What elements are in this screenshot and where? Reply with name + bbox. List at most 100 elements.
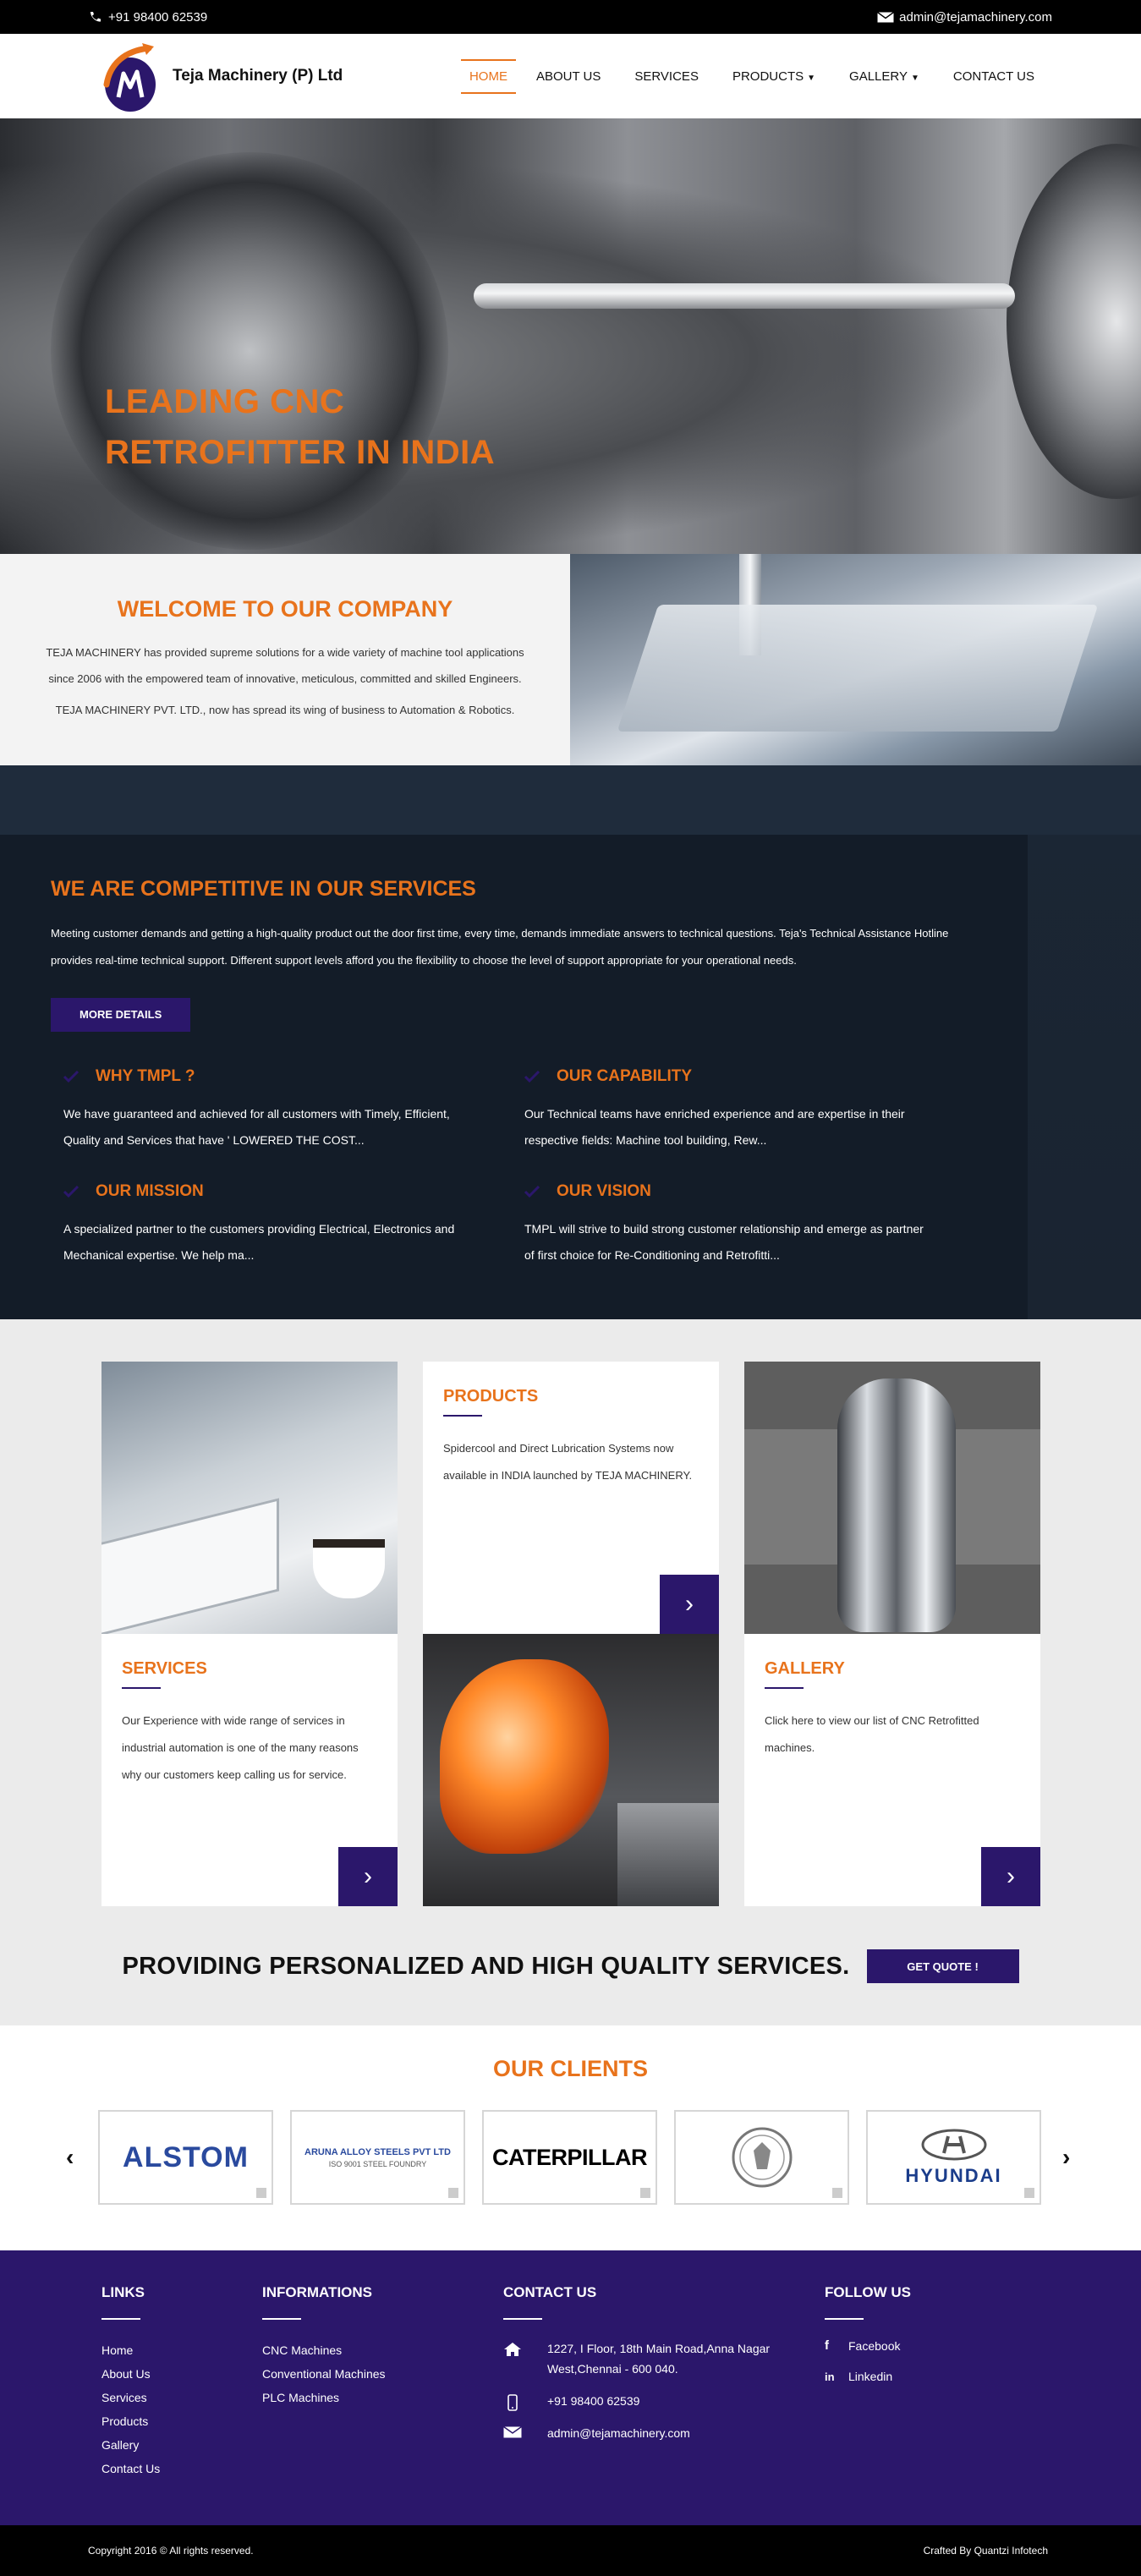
chevron-down-icon: ▼ (807, 73, 816, 83)
products-card-title: PRODUCTS (443, 1387, 539, 1406)
corner-mark (1024, 2188, 1034, 2198)
copyright-text: Copyright 2016 © All rights reserved. (88, 2545, 254, 2557)
feature-title: OUR MISSION (96, 1182, 204, 1200)
clients-carousel: ‹ ALSTOM ARUNA ALLOY STEELS PVT LTD ISO … (0, 2110, 1141, 2205)
get-quote-button[interactable]: GET QUOTE ! (866, 1949, 1019, 1983)
alstom-wordmark: ALSTOM (123, 2140, 249, 2173)
footer-info-cnc[interactable]: CNC Machines (262, 2338, 386, 2362)
hero-heading: LEADING CNC RETROFITTER IN INDIA (105, 376, 495, 478)
features-grid: WHY TMPL ? We have guaranteed and achiev… (51, 1067, 977, 1269)
lathe-card-image (423, 1634, 719, 1906)
footer-address-row: 1227, I Floor, 18th Main Road,Anna Nagar… (503, 2338, 791, 2379)
footer-address: 1227, I Floor, 18th Main Road,Anna Nagar… (547, 2342, 771, 2376)
title-underline (443, 1415, 482, 1417)
nav-contact[interactable]: CONTACT US (940, 59, 1048, 94)
footer-link-about[interactable]: About Us (101, 2362, 160, 2386)
brand[interactable]: Teja Machinery (P) Ltd (100, 38, 343, 114)
footer-contact: CONTACT US 1227, I Floor, 18th Main Road… (503, 2284, 791, 2455)
corner-mark (832, 2188, 842, 2198)
nav-products-label: PRODUCTS (732, 69, 804, 84)
bottom-bar: Copyright 2016 © All rights reserved. Cr… (0, 2525, 1141, 2576)
hero-banner: LEADING CNC RETROFITTER IN INDIA (0, 118, 1141, 554)
phone-icon (91, 12, 101, 22)
footer-link-services[interactable]: Services (101, 2386, 160, 2409)
services-card-title: SERVICES (122, 1659, 207, 1678)
hero-machine-tailstock (1007, 144, 1141, 499)
footer-phone-row: +91 98400 62539 (503, 2391, 791, 2411)
gallery-card-text: Click here to view our list of CNC Retro… (765, 1714, 979, 1754)
welcome-text: WELCOME TO OUR COMPANY TEJA MACHINERY ha… (0, 554, 570, 765)
feature-text: Our Technical teams have enriched experi… (524, 1107, 905, 1147)
title-underline (825, 2318, 864, 2320)
hero-machine-spindle (474, 283, 1015, 309)
check-icon (524, 1071, 540, 1082)
footer-email[interactable]: admin@tejamachinery.com (547, 2423, 690, 2443)
welcome-image (570, 554, 1141, 765)
nav-gallery[interactable]: GALLERY ▼ (836, 59, 933, 94)
caterpillar-wordmark: CATERPILLAR (492, 2144, 648, 2170)
gallery-card-button[interactable]: › (981, 1847, 1040, 1906)
footer-info-conventional[interactable]: Conventional Machines (262, 2362, 386, 2386)
title-underline (765, 1687, 804, 1689)
feature-title: OUR CAPABILITY (557, 1067, 693, 1085)
title-underline (101, 2318, 140, 2320)
site-footer: LINKS Home About Us Services Products Ga… (0, 2250, 1141, 2525)
products-card-button[interactable]: › (660, 1575, 719, 1634)
carousel-prev-icon[interactable]: ‹ (66, 2144, 74, 2171)
nav-home[interactable]: HOME (460, 58, 516, 94)
check-icon (524, 1186, 540, 1198)
carousel-next-icon[interactable]: › (1062, 2144, 1070, 2171)
footer-link-home[interactable]: Home (101, 2338, 160, 2362)
aruna-tagline: ISO 9001 STEEL FOUNDRY (328, 2159, 427, 2168)
client-logo-aruna: ARUNA ALLOY STEELS PVT LTD ISO 9001 STEE… (290, 2110, 465, 2205)
linkedin-icon: in (825, 2370, 835, 2383)
footer-link-gallery[interactable]: Gallery (101, 2433, 160, 2457)
hyundai-emblem-icon (921, 2129, 986, 2161)
services-band (0, 765, 1141, 835)
emblem-seal-icon (732, 2127, 792, 2188)
footer-link-contact[interactable]: Contact Us (101, 2457, 160, 2480)
services-lead: Meeting customer demands and getting a h… (51, 927, 949, 967)
services-card-button[interactable]: › (338, 1847, 398, 1906)
top-email[interactable]: admin@tejamachinery.com (877, 10, 1052, 25)
corner-mark (256, 2188, 266, 2198)
top-email-text: admin@tejamachinery.com (899, 9, 1052, 25)
services-title: WE ARE COMPETITIVE IN OUR SERVICES (51, 877, 476, 901)
gallery-card-image (744, 1362, 1040, 1634)
nav-about[interactable]: ABOUT US (523, 59, 614, 94)
client-logo-hyundai: HYUNDAI (866, 2110, 1041, 2205)
corner-mark (448, 2188, 458, 2198)
nav-products[interactable]: PRODUCTS ▼ (719, 59, 829, 94)
footer-email-row: admin@tejamachinery.com (503, 2423, 791, 2443)
laptop-graphic (101, 1498, 279, 1634)
hero-machine-chuck (51, 152, 448, 550)
more-details-button[interactable]: MORE DETAILS (51, 998, 191, 1032)
gallery-card-title: GALLERY (765, 1659, 845, 1678)
services-card-text: Our Experience with wide range of servic… (122, 1714, 359, 1781)
chevron-down-icon: ▼ (910, 73, 919, 83)
feature-heading: OUR CAPABILITY (524, 1067, 985, 1086)
home-icon (503, 2338, 522, 2379)
check-icon (63, 1186, 79, 1198)
check-icon (63, 1071, 79, 1082)
top-phone[interactable]: +91 98400 62539 (88, 10, 207, 25)
hot-chips-graphic (440, 1659, 609, 1854)
corner-mark (640, 2188, 650, 2198)
footer-informations: INFORMATIONS CNC Machines Conventional M… (262, 2284, 386, 2409)
credit-text[interactable]: Crafted By Quantzi Infotech (924, 2545, 1048, 2557)
footer-phone[interactable]: +91 98400 62539 (547, 2391, 639, 2411)
footer-info-plc[interactable]: PLC Machines (262, 2386, 386, 2409)
machined-part-graphic (617, 605, 1099, 732)
footer-linkedin-link[interactable]: in Linkedin (825, 2370, 911, 2383)
site-header: Teja Machinery (P) Ltd HOME ABOUT US SER… (0, 34, 1141, 118)
title-underline (262, 2318, 301, 2320)
cards-section: PRODUCTS Spidercool and Direct Lubricati… (0, 1319, 1141, 2025)
footer-follow: FOLLOW US f Facebook in Linkedin (825, 2284, 911, 2400)
footer-link-products[interactable]: Products (101, 2409, 160, 2433)
client-logo-emblem (674, 2110, 849, 2205)
nav-services[interactable]: SERVICES (621, 59, 712, 94)
footer-facebook-link[interactable]: f Facebook (825, 2338, 911, 2353)
main-nav: HOME ABOUT US SERVICES PRODUCTS ▼ GALLERY… (460, 58, 1048, 94)
clients-section: OUR CLIENTS ‹ ALSTOM ARUNA ALLOY STEELS … (0, 2025, 1141, 2250)
feature-title: WHY TMPL ? (96, 1067, 195, 1085)
